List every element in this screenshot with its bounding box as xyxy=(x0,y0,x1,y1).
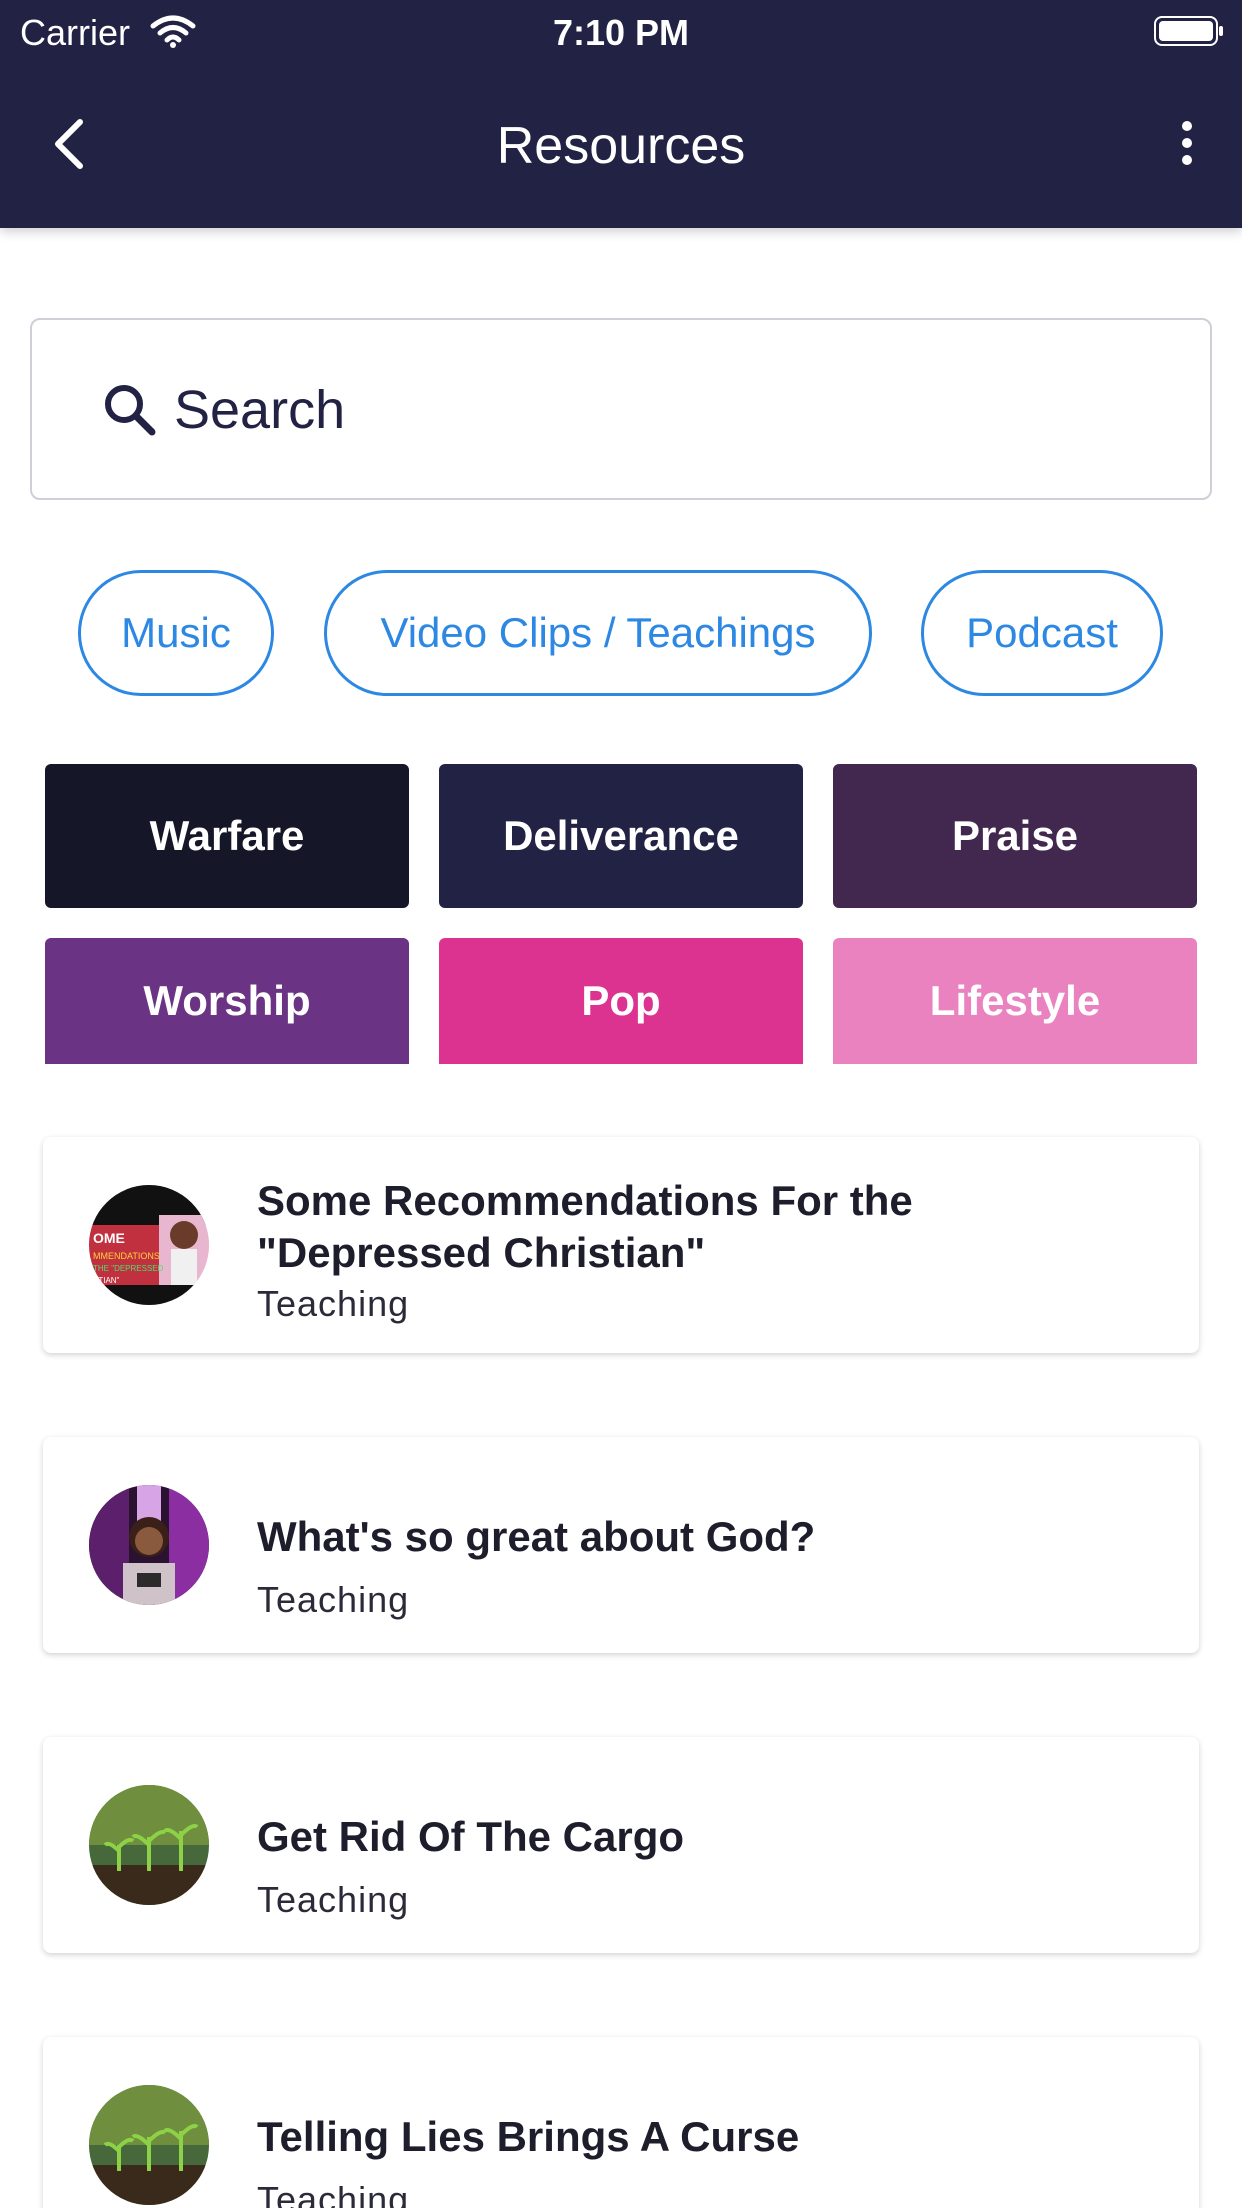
resource-card[interactable]: Get Rid Of The Cargo Teaching xyxy=(43,1737,1199,1953)
thumbnail-image: OME MMENDATIONS THE "DEPRESSED STIAN" xyxy=(89,1185,209,1305)
resource-title: Telling Lies Brings A Curse xyxy=(257,2113,800,2160)
thumbnail-text: STIAN" xyxy=(93,1276,120,1285)
search-box[interactable] xyxy=(30,318,1212,500)
category-warfare[interactable]: Warfare xyxy=(45,764,409,908)
category-praise[interactable]: Praise xyxy=(833,764,1197,908)
resource-card[interactable]: OME MMENDATIONS THE "DEPRESSED STIAN" So… xyxy=(43,1137,1199,1353)
chip-label: Music xyxy=(121,609,231,656)
resource-title: What's so great about God? xyxy=(257,1513,816,1560)
category-label: Pop xyxy=(581,977,661,1024)
chip-podcast[interactable]: Podcast xyxy=(921,570,1163,696)
resource-thumbnail: OME MMENDATIONS THE "DEPRESSED STIAN" xyxy=(89,1185,209,1305)
resource-thumbnail xyxy=(89,1785,209,1905)
category-label: Deliverance xyxy=(503,812,739,859)
chip-video-clips-teachings[interactable]: Video Clips / Teachings xyxy=(324,570,872,696)
resource-card[interactable]: Telling Lies Brings A Curse Teaching xyxy=(43,2037,1199,2208)
thumbnail-image xyxy=(89,2085,209,2205)
thumbnail-image xyxy=(89,1785,209,1905)
top-app-bar: Carrier 7:10 PM Resources xyxy=(0,0,1242,228)
category-lifestyle[interactable]: Lifestyle xyxy=(833,938,1197,1064)
category-pop[interactable]: Pop xyxy=(439,938,803,1064)
thumbnail-text: OME xyxy=(93,1230,125,1246)
thumbnail-image xyxy=(89,1485,209,1605)
category-worship[interactable]: Worship xyxy=(45,938,409,1064)
resource-title: Get Rid Of The Cargo xyxy=(257,1813,685,1860)
resource-thumbnail xyxy=(89,2085,209,2205)
resource-card[interactable]: What's so great about God? Teaching xyxy=(43,1437,1199,1653)
chip-label: Podcast xyxy=(966,609,1118,656)
battery-icon xyxy=(1154,16,1223,46)
category-deliverance[interactable]: Deliverance xyxy=(439,764,803,908)
chip-label: Video Clips / Teachings xyxy=(380,609,816,656)
more-options-icon[interactable] xyxy=(1180,120,1194,166)
category-label: Praise xyxy=(951,812,1079,859)
resource-title: Some Recommendations For the "Depressed … xyxy=(257,1177,913,1276)
thumbnail-text: THE "DEPRESSED xyxy=(93,1264,164,1273)
resource-type: Teaching xyxy=(257,1283,410,1324)
category-label: Lifestyle xyxy=(929,977,1101,1024)
page-title: Resources xyxy=(496,117,746,175)
resource-type: Teaching xyxy=(257,1879,410,1920)
clock: 7:10 PM xyxy=(552,12,690,53)
chip-music[interactable]: Music xyxy=(78,570,274,696)
resource-type: Teaching xyxy=(257,1579,410,1620)
search-input[interactable] xyxy=(174,368,1074,452)
thumbnail-text: MMENDATIONS xyxy=(93,1251,160,1261)
category-label: Worship xyxy=(143,977,311,1024)
status-bar: Carrier 7:10 PM xyxy=(0,0,1242,62)
resource-type: Teaching xyxy=(257,2179,410,2208)
category-label: Warfare xyxy=(149,812,305,859)
resource-thumbnail xyxy=(89,1485,209,1605)
search-icon xyxy=(105,385,156,436)
